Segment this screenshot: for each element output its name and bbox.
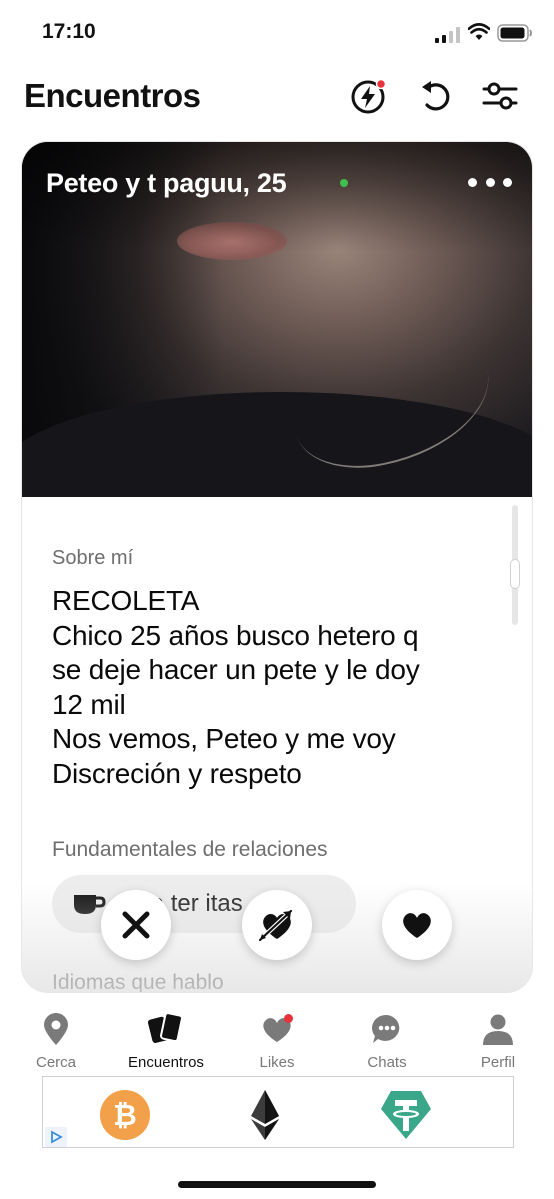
profile-card[interactable]: Peteo y t paguu, 25 Sobre mí RECOLETA Ch… <box>22 142 532 992</box>
nav-label: Cerca <box>35 1054 76 1071</box>
profile-person-icon <box>483 1014 513 1045</box>
adchoices-icon[interactable] <box>45 1127 67 1147</box>
coffee-cup-icon <box>74 895 106 914</box>
bio-line: Chico 25 años busco hetero q <box>52 619 419 651</box>
about-me-label: Sobre mí <box>52 547 134 569</box>
like-heart-icon <box>403 913 431 938</box>
profile-photo[interactable]: Peteo y t paguu, 25 <box>22 142 532 497</box>
bio-text: RECOLETA Chico 25 años busco hetero q se… <box>52 584 512 791</box>
svg-text:₿: ₿ <box>113 1098 137 1132</box>
scrollbar-thumb[interactable] <box>511 560 519 588</box>
nav-label: Encuentros <box>128 1054 204 1071</box>
nav-icon-wrap <box>367 1010 407 1048</box>
more-dot-icon <box>503 177 512 187</box>
nav-likes[interactable]: Likes <box>227 1010 327 1075</box>
like-button[interactable] <box>382 890 452 960</box>
cellular-signal-icon <box>435 27 460 43</box>
profile-name-age: Peteo y t paguu, 25 <box>46 168 287 198</box>
super-like-heart-arrow-icon <box>257 908 294 943</box>
nav-icon-wrap <box>36 1010 76 1048</box>
tether-icon <box>381 1091 431 1139</box>
more-dot-icon <box>485 177 495 187</box>
app-header: Encuentros <box>0 66 554 130</box>
ad-banner[interactable]: ₿ <box>42 1076 514 1148</box>
bio-line: Nos vemos, Peteo y me voy <box>52 723 396 754</box>
more-options-button[interactable] <box>468 172 512 192</box>
nav-cerca[interactable]: Cerca <box>6 1010 106 1075</box>
wifi-icon <box>468 23 490 40</box>
cards-icon <box>147 1012 183 1043</box>
location-pin-icon <box>44 1013 68 1045</box>
status-bar: 17:10 <box>0 0 554 66</box>
nav-label: Likes <box>259 1054 295 1071</box>
undo-button[interactable] <box>416 76 456 116</box>
nav-icon-wrap <box>257 1010 297 1048</box>
filters-button[interactable] <box>480 76 520 116</box>
nav-icon-wrap <box>478 1010 518 1048</box>
bio-line: 12 mil <box>52 688 126 720</box>
relationship-fundamentals-label: Fundamentales de relaciones <box>52 838 328 861</box>
bio-line: se deje hacer un pete y le doy <box>52 654 420 685</box>
nav-icon-wrap <box>146 1010 186 1048</box>
chat-bubble-icon <box>372 1014 400 1043</box>
bottom-navigation: Cerca Encuentros Likes Chats Perfil <box>0 1000 554 1075</box>
nope-button[interactable] <box>101 890 171 960</box>
adchoices-triangle-icon <box>51 1130 63 1144</box>
boost-button[interactable] <box>348 76 388 116</box>
nav-chats[interactable]: Chats <box>337 1010 437 1075</box>
more-dot-icon <box>468 177 477 187</box>
filters-icon <box>482 82 518 110</box>
nope-x-icon <box>122 911 150 939</box>
nav-label: Perfil <box>480 1054 516 1071</box>
status-time: 17:10 <box>42 20 96 43</box>
languages-label: Idiomas que hablo <box>52 971 224 992</box>
boost-icon <box>351 78 387 114</box>
super-like-button[interactable] <box>242 890 312 960</box>
home-indicator <box>178 1181 376 1188</box>
battery-icon <box>497 24 532 42</box>
page-title: Encuentros <box>24 77 201 114</box>
online-status-dot <box>340 179 348 187</box>
undo-icon <box>422 81 450 111</box>
bitcoin-icon: ₿ <box>100 1090 150 1140</box>
bio-line: Discreción y respeto <box>52 757 302 789</box>
nav-label: Chats <box>367 1054 407 1071</box>
nav-encuentros[interactable]: Encuentros <box>116 1010 216 1075</box>
bio-line: RECOLETA <box>52 585 200 616</box>
likes-notification-badge <box>284 1014 293 1023</box>
ethereum-icon <box>251 1090 279 1140</box>
nav-perfil[interactable]: Perfil <box>448 1010 548 1075</box>
